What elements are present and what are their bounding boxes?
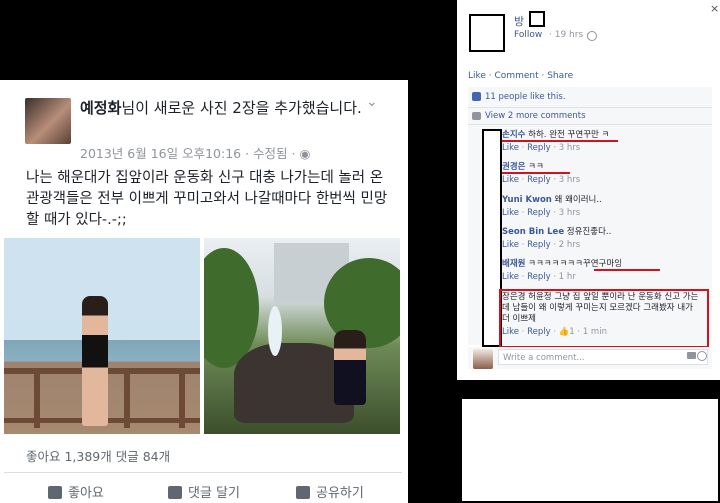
emoji-icon[interactable] (697, 351, 707, 361)
reaction-stats[interactable]: 좋아요 1,389개 댓글 84개 (26, 446, 170, 465)
comment-like-link[interactable]: Like (502, 240, 519, 250)
comment-time: · 3 hrs (553, 208, 581, 218)
globe-icon (587, 31, 597, 41)
comment-input[interactable]: Write a comment... (498, 349, 708, 365)
comment-like-link[interactable]: Like (502, 175, 519, 185)
post-actions[interactable]: Like · Comment · Share (468, 71, 573, 81)
view-more-text: View 2 more comments (485, 111, 586, 121)
post-headline: 예정화님이 새로운 사진 2장을 추가했습니다. (80, 97, 370, 119)
comment-like-link[interactable]: Like (502, 143, 519, 153)
comment-author[interactable]: 배재원 (502, 259, 525, 269)
comment: 권경은 ㅋㅋ Like · Reply · 3 hrs (502, 162, 702, 186)
comment-author[interactable]: Yuni Kwon (502, 195, 552, 205)
comment-icon (168, 486, 182, 499)
like-button[interactable]: 좋아요 (48, 482, 104, 501)
comment-reply-link[interactable]: Reply (527, 240, 551, 250)
comment-label: 댓글 달기 (188, 486, 240, 501)
red-highlight-box (499, 289, 709, 348)
author-name[interactable]: 예정화 (80, 99, 121, 117)
railing-post (34, 368, 40, 428)
view-more-comments[interactable]: View 2 more comments (468, 108, 712, 125)
redacted-avatar[interactable] (469, 14, 505, 52)
comment: Seon Bin Lee 정유진좋다.. Like · Reply · 2 hr… (502, 227, 702, 251)
blank-box (460, 397, 720, 503)
comment: 배재원 ㅋㅋㅋㅋㅋㅋㅋ꾸연구마잉 Like · Reply · 1 hr (502, 259, 702, 283)
water-spray (268, 306, 282, 356)
camera-icon[interactable] (687, 352, 696, 359)
divider (4, 472, 402, 473)
poster-name[interactable]: 방 (514, 13, 524, 29)
comment-time: · 3 hrs (553, 175, 581, 185)
comment-meta: Like · Reply · 3 hrs (502, 175, 581, 185)
comment-time: · 2 hrs (553, 240, 581, 250)
woman-figure (334, 330, 366, 405)
comments-icon (472, 112, 481, 120)
post-time: · 19 hrs · (549, 30, 589, 40)
headline-text: 님이 새로운 사진 2장을 추가했습니다. (121, 99, 362, 117)
date-text: 2013년 6월 16일 오후10:16 · 수정됨 · (80, 146, 300, 161)
photo-beach[interactable] (4, 238, 200, 434)
red-underline (502, 172, 570, 174)
comment-button[interactable]: 댓글 달기 (168, 482, 240, 501)
photo-fountain[interactable] (204, 238, 400, 434)
comment-text: ㅋㅋㅋㅋㅋㅋㅋ꾸연구마잉 (528, 259, 623, 269)
comment-author[interactable]: 손지수 (502, 130, 525, 140)
red-underline (502, 140, 618, 142)
share-button[interactable]: 공유하기 (296, 482, 364, 501)
comment-text: 정유진좋다.. (566, 227, 612, 237)
comment-time: · 3 hrs (553, 143, 581, 153)
comment-time: · 1 hr (553, 272, 576, 282)
post-body: 나는 해운대가 집앞이라 운동화 신구 대충 나가는데 놀러 온 관광객들은 전… (26, 170, 388, 228)
follow-link[interactable]: Follow (514, 30, 542, 40)
author-avatar[interactable] (25, 98, 71, 144)
comment-author[interactable]: Seon Bin Lee (502, 227, 564, 237)
comment-reply-link[interactable]: Reply (527, 272, 551, 282)
comment-reply-link[interactable]: Reply (527, 143, 551, 153)
write-comment-row: Write a comment... (468, 347, 712, 369)
post-date: 2013년 6월 16일 오후10:16 · 수정됨 · ◉ (80, 143, 310, 162)
user-avatar (473, 349, 493, 369)
comment-meta: Like · Reply · 3 hrs (502, 143, 581, 153)
redacted-name-box (529, 11, 545, 27)
mobile-post-card: 예정화님이 새로운 사진 2장을 추가했습니다. ⌄ 2013년 6월 16일 … (0, 80, 408, 503)
comment-meta: Like · Reply · 2 hrs (502, 240, 581, 250)
like-label: 좋아요 (68, 486, 104, 501)
likes-text: 11 people like this. (485, 92, 566, 102)
railing-post (179, 368, 185, 428)
comment-like-link[interactable]: Like (502, 208, 519, 218)
red-underline (594, 269, 660, 271)
comment-like-link[interactable]: Like (502, 272, 519, 282)
comment: Yuni Kwon 왜 왜이러니.. Like · Reply · 3 hrs (502, 195, 702, 219)
comment-meta: Like · Reply · 1 hr (502, 272, 576, 282)
comment-meta: Like · Reply · 3 hrs (502, 208, 581, 218)
woman-figure (82, 296, 108, 426)
comment-reply-link[interactable]: Reply (527, 175, 551, 185)
thumbs-up-icon (48, 486, 62, 499)
railing-post (124, 368, 130, 428)
comment: 손지수 하하. 완전 꾸연꾸만 ㅋ Like · Reply · 3 hrs (502, 130, 702, 154)
likes-summary[interactable]: 11 people like this. (468, 87, 712, 108)
globe-icon: ◉ (299, 146, 311, 161)
chevron-down-icon[interactable]: ⌄ (366, 94, 378, 110)
comment-author[interactable]: 권경은 (502, 162, 525, 172)
thumbs-up-icon (472, 92, 481, 101)
share-icon (296, 486, 310, 499)
close-icon[interactable]: × (710, 2, 719, 15)
comment-reply-link[interactable]: Reply (527, 208, 551, 218)
comment-text: 왜 왜이러니.. (554, 195, 602, 205)
facebook-post-panel: 방 Follow · 19 hrs · × Like · Comment · S… (457, 0, 720, 380)
share-label: 공유하기 (316, 486, 364, 501)
comment-text: ㅋㅋ (528, 162, 544, 172)
comment-text: 하하. 완전 꾸연꾸만 ㅋ (528, 130, 610, 140)
